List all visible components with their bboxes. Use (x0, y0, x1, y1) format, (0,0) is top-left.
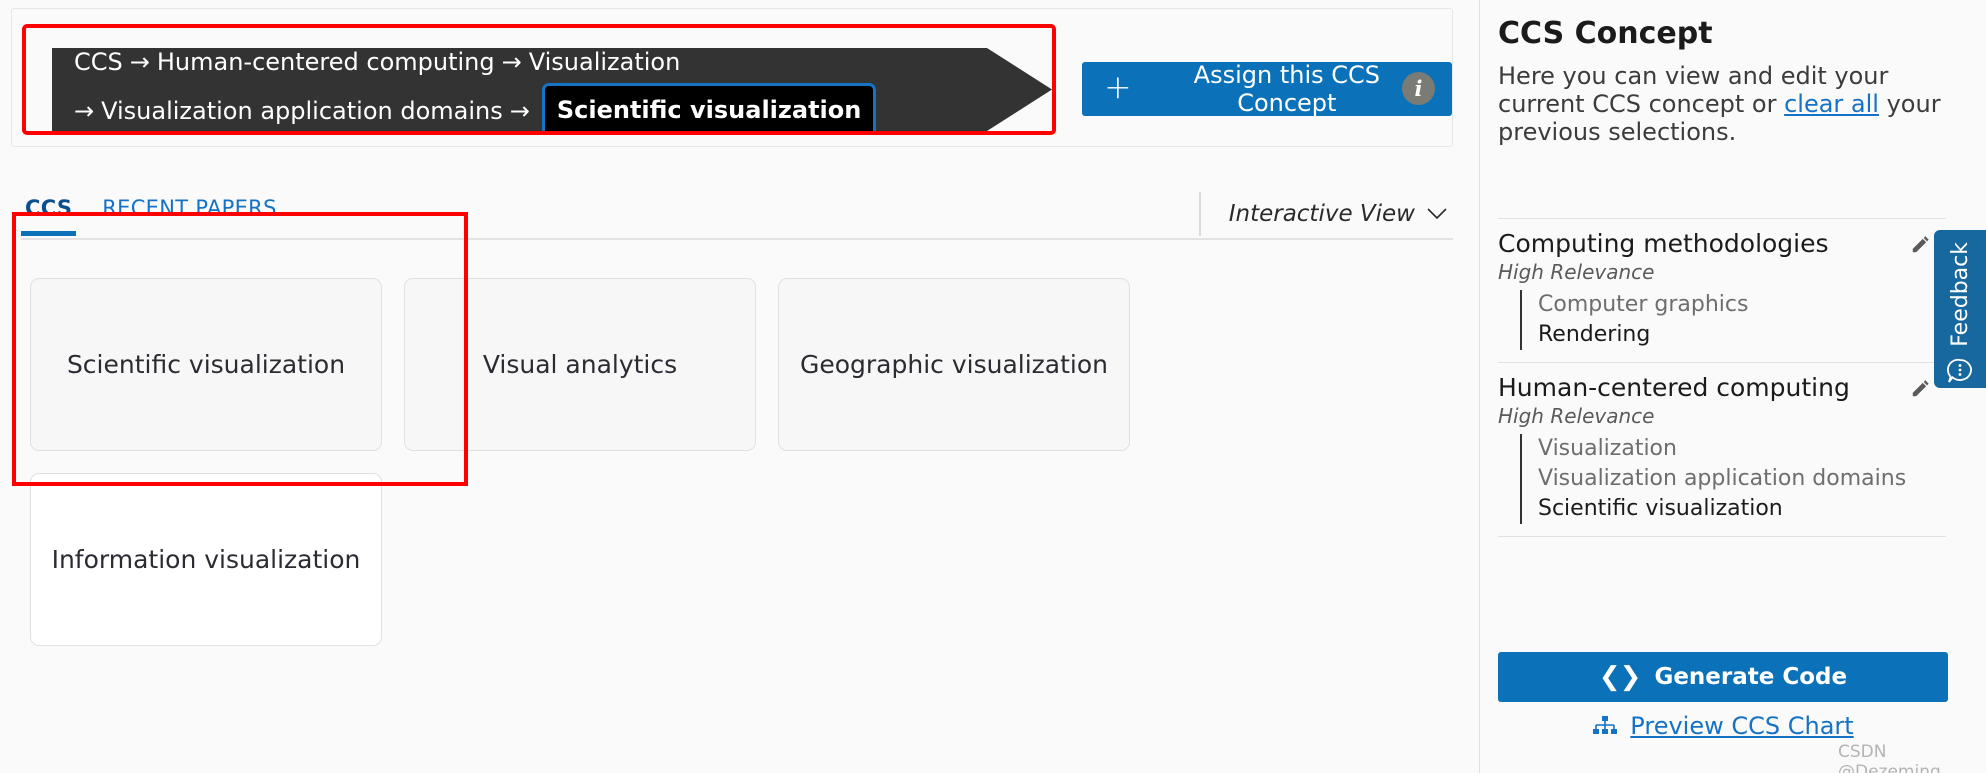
breadcrumb-panel: CCS → Human-centered computing → Visuali… (11, 8, 1453, 147)
arrow-separator-icon: → (74, 96, 95, 125)
tree-divider (1498, 536, 1946, 537)
concept-card-grid: Scientific visualization Visual analytic… (30, 278, 1450, 646)
plus-icon: + (1104, 67, 1132, 107)
tree-child-scientific-visualization[interactable]: Scientific visualization (1538, 494, 1946, 524)
tree-child-rendering[interactable]: Rendering (1538, 320, 1946, 350)
concept-card-visual-analytics[interactable]: Visual analytics (404, 278, 756, 451)
tabs-underline (21, 238, 1453, 240)
ccs-concept-sidebar: CCS Concept Here you can view and edit y… (1479, 0, 1986, 773)
breadcrumb-item-visualization[interactable]: Visualization (529, 48, 681, 83)
generate-code-button[interactable]: ❮❯ Generate Code (1498, 652, 1948, 702)
tabs-row: CCS RECENT PAPERS Interactive View (11, 190, 1453, 243)
concept-card-label: Information visualization (51, 545, 361, 574)
pencil-icon[interactable] (1910, 377, 1932, 399)
preview-ccs-chart-link[interactable]: Preview CCS Chart (1498, 712, 1948, 740)
assign-button-label: Assign this CCS Concept (1193, 61, 1380, 117)
org-chart-icon (1593, 716, 1618, 734)
concept-card-label: Scientific visualization (66, 350, 346, 379)
arrow-separator-icon: → (501, 47, 522, 76)
feedback-label: Feedback (1947, 242, 1973, 347)
view-mode-select[interactable]: Interactive View (1198, 192, 1447, 236)
sidebar-description: Here you can view and edit your current … (1498, 62, 1950, 146)
concept-card-geographic-visualization[interactable]: Geographic visualization (778, 278, 1130, 451)
breadcrumb-line-1: CCS → Human-centered computing → Visuali… (74, 47, 1052, 83)
info-icon[interactable]: i (1402, 72, 1435, 105)
view-mode-label: Interactive View (1228, 201, 1415, 227)
tree-children: Visualization Visualization application … (1520, 434, 1946, 524)
tab-recent-papers[interactable]: RECENT PAPERS (98, 190, 280, 236)
tab-list: CCS RECENT PAPERS (21, 190, 281, 236)
tree-group-human-centered-computing: Human-centered computing High Relevance … (1498, 363, 1946, 536)
tree-group-relevance: High Relevance (1498, 260, 1655, 284)
app-root: CCS → Human-centered computing → Visuali… (0, 0, 1986, 773)
concept-card-information-visualization[interactable]: Information visualization (30, 473, 382, 646)
breadcrumb-arrow[interactable]: CCS → Human-centered computing → Visuali… (52, 48, 1052, 131)
tree-child-visualization[interactable]: Visualization (1538, 434, 1946, 464)
clear-all-link[interactable]: clear all (1784, 90, 1879, 118)
arrow-separator-icon: → (129, 47, 150, 76)
selected-concept-tree: Computing methodologies High Relevance C… (1498, 218, 1946, 537)
breadcrumb-line-2: → Visualization application domains → Sc… (74, 82, 1052, 132)
tree-group-header[interactable]: Human-centered computing (1498, 373, 1946, 402)
breadcrumb-item-visualization-application-domains[interactable]: Visualization application domains (101, 90, 503, 132)
tree-group-relevance: High Relevance (1498, 404, 1655, 428)
tree-group-header[interactable]: Computing methodologies (1498, 229, 1946, 258)
main-content-column: CCS → Human-centered computing → Visuali… (0, 0, 1479, 773)
breadcrumb-current-concept[interactable]: Scientific visualization (541, 82, 877, 131)
watermark: CSDN @Dezeming (1838, 742, 1941, 773)
sidebar-title: CCS Concept (1498, 16, 1713, 51)
preview-ccs-chart-label: Preview CCS Chart (1630, 712, 1854, 740)
breadcrumb-item-human-centered-computing[interactable]: Human-centered computing (157, 48, 495, 83)
code-brackets-icon: ❮❯ (1598, 662, 1642, 692)
tree-group-computing-methodologies: Computing methodologies High Relevance C… (1498, 219, 1946, 362)
generate-code-label: Generate Code (1654, 664, 1848, 690)
chevron-down-icon (1427, 208, 1447, 220)
concept-card-scientific-visualization[interactable]: Scientific visualization (30, 278, 382, 451)
speech-bubble-icon (1947, 358, 1972, 383)
tree-children: Computer graphics Rendering (1520, 290, 1946, 350)
tree-group-label: Human-centered computing (1498, 373, 1850, 402)
pencil-icon[interactable] (1910, 233, 1932, 255)
concept-card-label: Geographic visualization (799, 350, 1109, 379)
feedback-tab[interactable]: Feedback (1934, 230, 1986, 388)
tree-group-label: Computing methodologies (1498, 229, 1829, 258)
arrow-separator-icon: → (509, 96, 530, 125)
tab-ccs[interactable]: CCS (21, 190, 77, 236)
concept-card-label: Visual analytics (482, 350, 678, 379)
assign-ccs-concept-button[interactable]: + Assign this CCS Concept (1082, 61, 1452, 117)
tree-child-computer-graphics[interactable]: Computer graphics (1538, 290, 1946, 320)
breadcrumb-item-ccs[interactable]: CCS (74, 48, 123, 83)
info-icon-glyph: i (1414, 76, 1423, 101)
tree-child-visualization-application-domains[interactable]: Visualization application domains (1538, 464, 1946, 494)
